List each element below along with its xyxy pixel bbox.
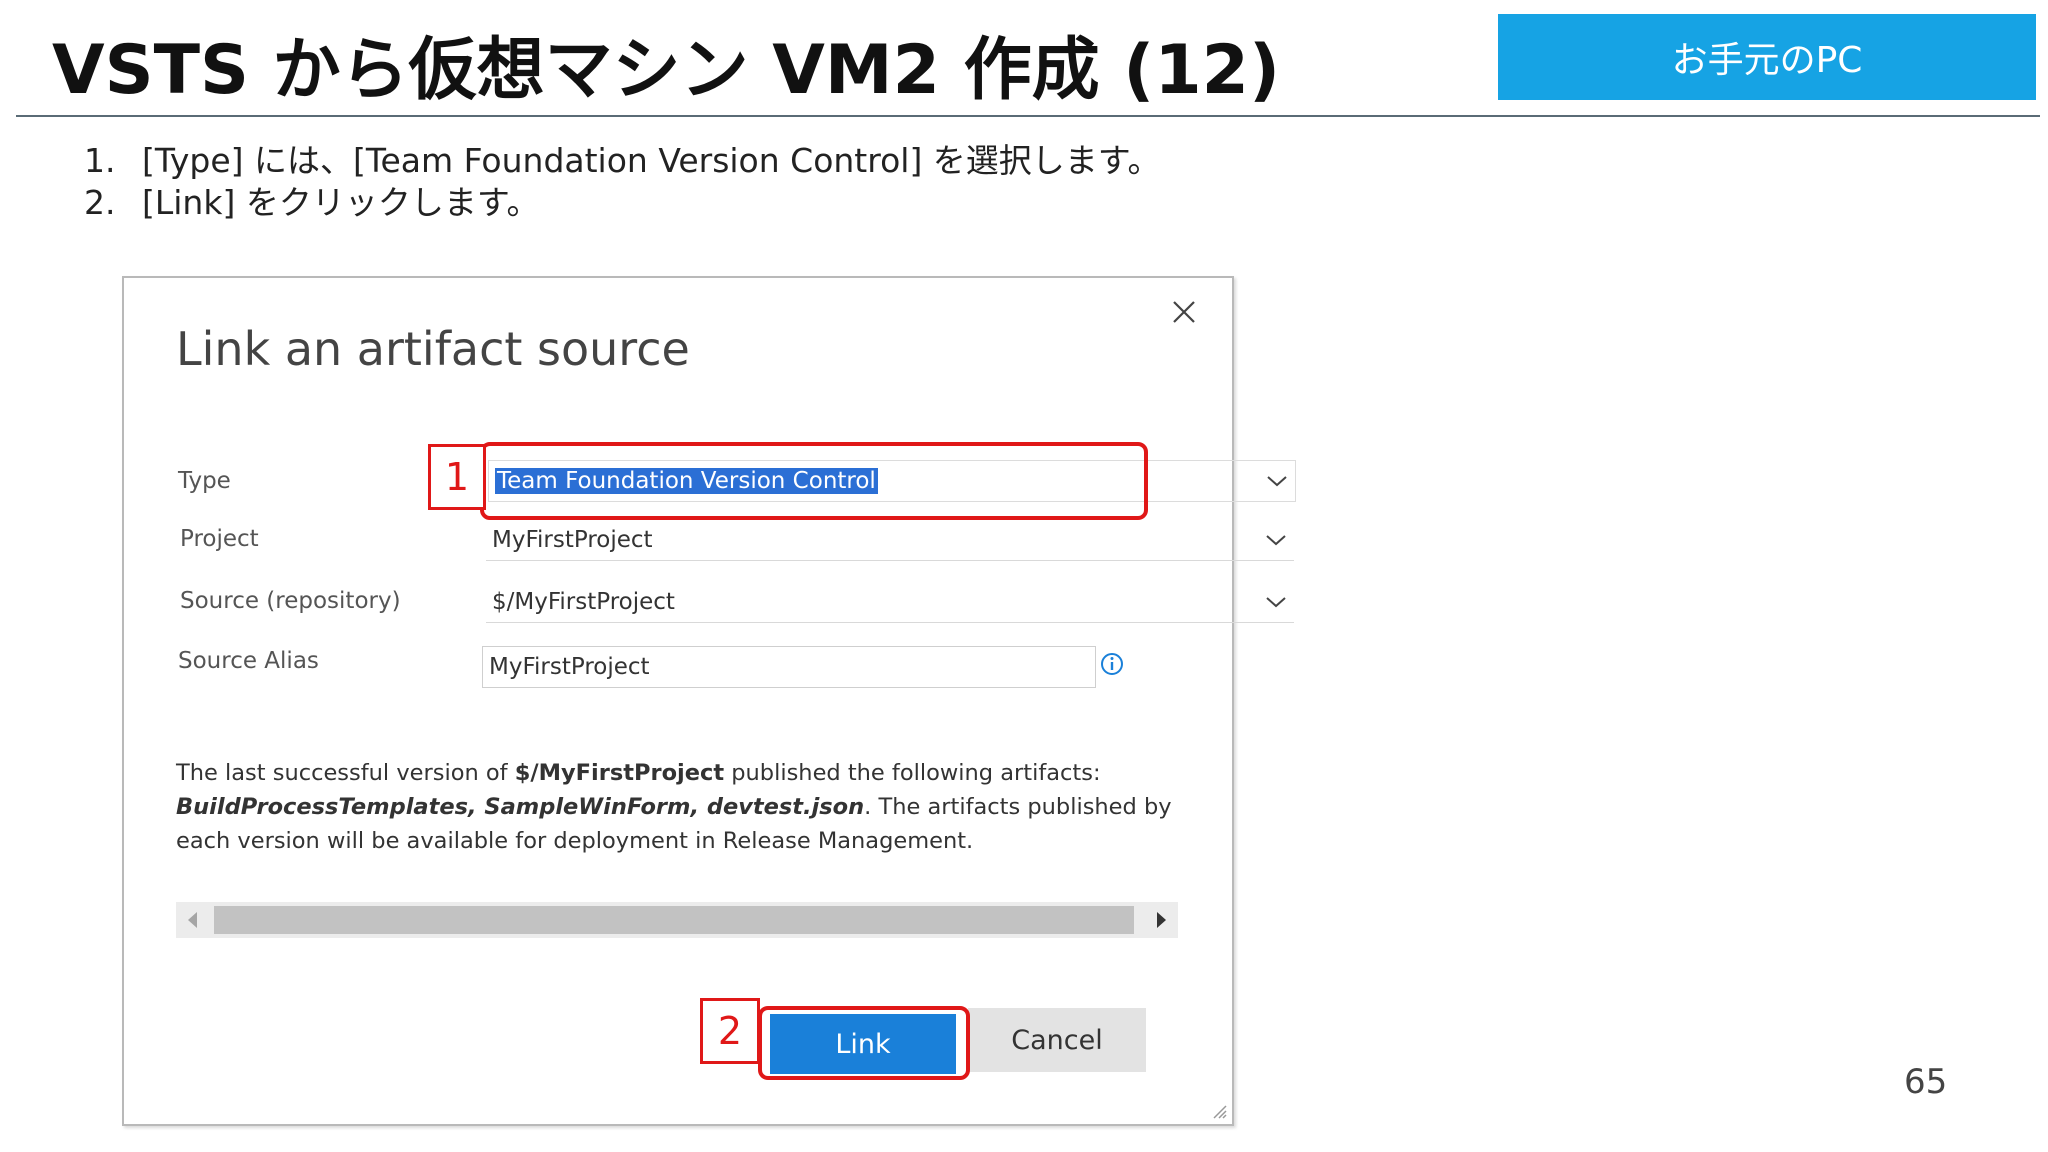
source-value: $/MyFirstProject: [492, 589, 675, 615]
link-artifact-dialog: Link an artifact source Type Project Sou…: [122, 276, 1296, 1126]
resize-grip-icon[interactable]: [1210, 1102, 1228, 1120]
step-item: 1. [Type] には、[Team Foundation Version Con…: [84, 141, 1161, 180]
scroll-left-icon[interactable]: [188, 912, 197, 928]
project-label: Project: [180, 526, 259, 552]
project-select[interactable]: MyFirstProject: [486, 520, 1294, 561]
environment-badge: お手元のPC: [1498, 14, 2036, 100]
close-icon[interactable]: [1166, 294, 1202, 330]
project-value: MyFirstProject: [492, 527, 653, 553]
horizontal-scrollbar[interactable]: [176, 902, 1178, 938]
chevron-down-icon[interactable]: [1265, 469, 1289, 493]
environment-badge-label: お手元のPC: [1671, 40, 1863, 81]
callout-number-2: 2: [700, 998, 760, 1064]
chevron-down-icon[interactable]: [1264, 590, 1288, 614]
info-icon[interactable]: [1100, 652, 1124, 676]
cancel-button[interactable]: Cancel: [968, 1008, 1146, 1072]
repo-name: $/MyFirstProject: [514, 760, 725, 786]
chevron-down-icon[interactable]: [1264, 528, 1288, 552]
source-label: Source (repository): [180, 588, 401, 614]
callout-highlight-type: [480, 442, 1148, 520]
type-label: Type: [178, 468, 231, 494]
slide-title: VSTS から仮想マシン VM2 作成 (12): [52, 31, 1281, 110]
title-divider: [16, 115, 2040, 117]
artifact-list: BuildProcessTemplates, SampleWinForm, de…: [176, 794, 865, 820]
scroll-thumb[interactable]: [214, 906, 1134, 934]
scroll-right-icon[interactable]: [1157, 912, 1166, 928]
page-number: 65: [1904, 1062, 1948, 1102]
alias-value: MyFirstProject: [489, 654, 650, 680]
callout-highlight-link: [758, 1006, 970, 1080]
source-select[interactable]: $/MyFirstProject: [486, 582, 1294, 623]
artifact-description: The last successful version of $/MyFirst…: [176, 760, 1172, 854]
instruction-steps: 1. [Type] には、[Team Foundation Version Con…: [84, 140, 1161, 224]
callout-number-1: 1: [428, 444, 486, 510]
dialog-title: Link an artifact source: [176, 322, 690, 376]
step-item: 2. [Link] をクリックします。: [84, 183, 540, 222]
alias-label: Source Alias: [178, 648, 319, 674]
alias-input[interactable]: MyFirstProject: [482, 646, 1096, 688]
